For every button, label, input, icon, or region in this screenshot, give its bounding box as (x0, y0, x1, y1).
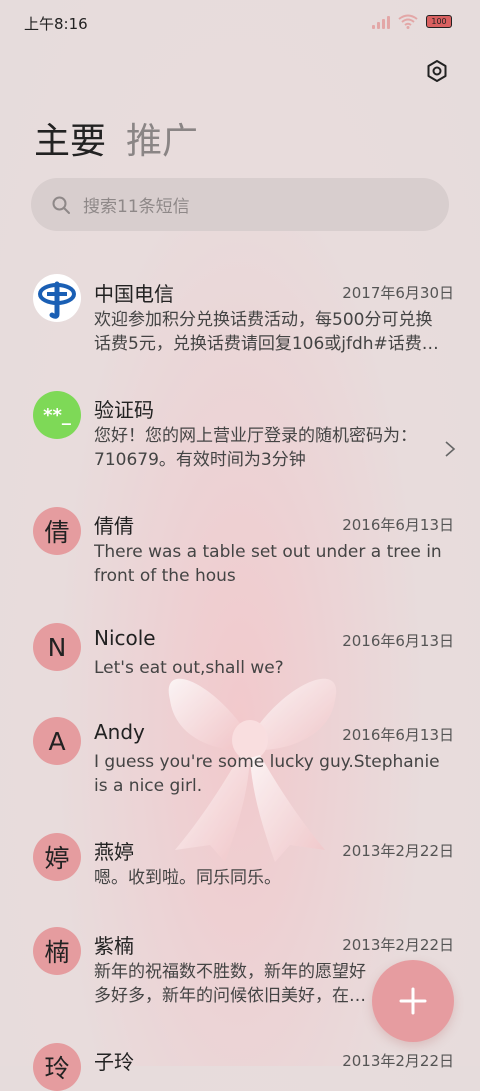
message-date: 2013年2月22日 (342, 1052, 454, 1070)
battery-icon: 100 (426, 15, 452, 28)
avatar: **_ (33, 391, 81, 439)
signal-icon (372, 15, 390, 29)
avatar: 倩 (33, 507, 81, 555)
message-row[interactable]: 中国电信 2017年6月30日 欢迎参加积分兑换话费活动，每500分可兑换话费5… (0, 262, 480, 378)
avatar: A (33, 717, 81, 765)
status-icons: 100 (372, 14, 452, 29)
message-row[interactable]: 婷 燕婷 2013年2月22日 嗯。收到啦。同乐同乐。 (0, 820, 480, 914)
message-date: 2017年6月30日 (342, 284, 454, 302)
avatar: 玲 (33, 1043, 81, 1091)
search-icon (52, 196, 70, 214)
search-bar[interactable]: 搜索11条短信 (31, 178, 449, 231)
contact-name: 燕婷 (94, 840, 134, 864)
message-row[interactable]: N Nicole 2016年6月13日 Let's eat out,shall … (0, 610, 480, 704)
china-telecom-logo-icon (33, 274, 81, 322)
status-time: 上午8:16 (24, 15, 88, 33)
contact-name: 倩倩 (94, 514, 134, 538)
status-bar: 上午8:16 100 (0, 0, 480, 46)
message-preview: 新年的祝福数不胜数，新年的愿望好多好多，新年的问候依旧美好，在这个温馨的 (94, 962, 366, 1006)
contact-name: 子玲 (94, 1050, 134, 1074)
message-row[interactable]: 倩 倩倩 2016年6月13日 There was a table set ou… (0, 494, 480, 610)
contact-name: Andy (94, 720, 145, 744)
message-preview: 欢迎参加积分兑换话费活动，每500分可兑换话费5元，兑换话费请回复106或jfd… (94, 310, 439, 354)
message-preview: There was a table set out under a tree i… (94, 542, 442, 586)
message-preview: Let's eat out,shall we? (94, 658, 284, 678)
avatar: N (33, 623, 81, 671)
contact-name: Nicole (94, 626, 156, 650)
tab-promotion[interactable]: 推广 (126, 112, 198, 164)
new-message-button[interactable] (372, 960, 454, 1042)
message-date: 2013年2月22日 (342, 936, 454, 954)
message-date: 2016年6月13日 (342, 516, 454, 534)
message-date: 2013年2月22日 (342, 842, 454, 860)
tab-main[interactable]: 主要 (34, 112, 106, 164)
avatar: 楠 (33, 927, 81, 975)
message-date: 2016年6月13日 (342, 632, 454, 650)
message-preview: I guess you're some lucky guy.Stephanie … (94, 752, 440, 796)
avatar: 婷 (33, 833, 81, 881)
search-input[interactable]: 搜索11条短信 (83, 192, 190, 217)
message-preview: 嗯。收到啦。同乐同乐。 (94, 868, 281, 888)
message-preview: 您好！您的网上营业厅登录的随机密码为：710679。有效时间为3分钟 (94, 426, 417, 470)
gear-icon (427, 60, 447, 82)
settings-button[interactable] (420, 54, 454, 88)
plus-icon (399, 987, 427, 1015)
tab-bar: 主要 推广 (34, 112, 198, 164)
wifi-icon (398, 14, 418, 29)
message-row[interactable]: A Andy 2016年6月13日 I guess you're some lu… (0, 704, 480, 820)
contact-name: 紫楠 (94, 934, 134, 958)
contact-name: 中国电信 (94, 282, 174, 306)
contact-name: 验证码 (94, 398, 154, 422)
message-date: 2016年6月13日 (342, 726, 454, 744)
message-row[interactable]: **_ 验证码 您好！您的网上营业厅登录的随机密码为：710679。有效时间为3… (0, 378, 480, 494)
chevron-right-icon (445, 441, 456, 457)
